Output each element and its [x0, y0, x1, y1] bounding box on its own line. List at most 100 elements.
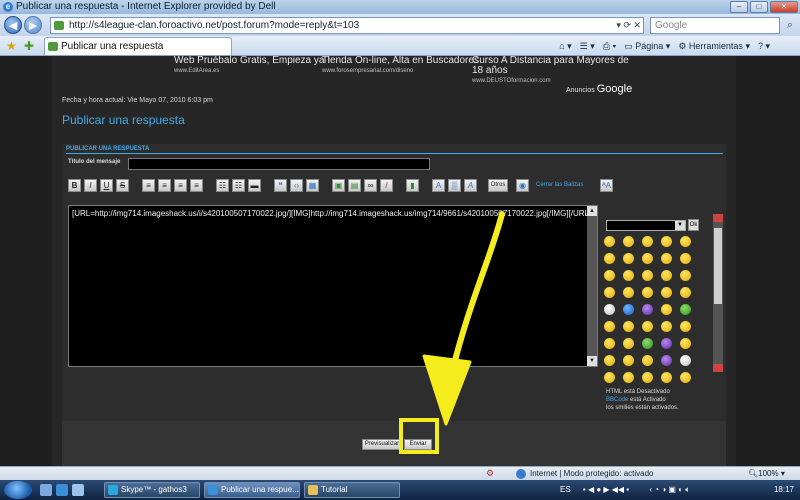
smiley-icon[interactable]: [623, 355, 634, 366]
ie-quicklaunch-icon[interactable]: [56, 484, 68, 496]
page-menu[interactable]: ▭ Página ▾: [624, 39, 670, 53]
smiley-icon[interactable]: [604, 270, 615, 281]
start-button[interactable]: [4, 481, 32, 499]
list-bullet-icon[interactable]: ☷: [216, 179, 229, 192]
otros-button[interactable]: Otros: [488, 179, 508, 192]
smiley-icon[interactable]: [680, 287, 691, 298]
address-controls[interactable]: ▾ ⟳ ✕: [616, 18, 641, 33]
quote-icon[interactable]: ❝: [274, 179, 287, 192]
smiley-icon[interactable]: [604, 236, 615, 247]
smiley-icon[interactable]: [680, 270, 691, 281]
back-button[interactable]: ◀: [4, 16, 22, 34]
smiley-icon[interactable]: [623, 236, 634, 247]
switch-windows-icon[interactable]: [72, 484, 84, 496]
scroll-down-icon[interactable]: [713, 364, 723, 372]
ad-2[interactable]: Tienda On-line, Alta en Buscadores www.f…: [322, 56, 479, 76]
favorites-star-icon[interactable]: ★: [6, 39, 17, 53]
smiley-icon[interactable]: [623, 372, 634, 383]
smiley-icon[interactable]: [642, 355, 653, 366]
smiley-icon[interactable]: [661, 270, 672, 281]
font-face-icon[interactable]: A: [464, 179, 477, 192]
ok-button[interactable]: Ok: [688, 219, 699, 231]
spoiler-icon[interactable]: ▮: [406, 179, 419, 192]
smiley-icon[interactable]: [623, 270, 634, 281]
smiley-icon[interactable]: [642, 304, 653, 315]
smiley-icon[interactable]: [642, 321, 653, 332]
bbcode-link[interactable]: BBCode: [606, 397, 628, 403]
scroll-up-icon[interactable]: ▲: [587, 206, 597, 216]
smiley-icon[interactable]: [661, 372, 672, 383]
scroll-thumb[interactable]: [714, 228, 722, 304]
smiley-icon[interactable]: [604, 253, 615, 264]
smiley-icon[interactable]: [604, 304, 615, 315]
smiley-icon[interactable]: [661, 287, 672, 298]
task-skype[interactable]: Skype™ - gathos3: [104, 482, 200, 498]
tools-menu[interactable]: ⚙ Herramientas ▾: [678, 39, 750, 53]
help-icon[interactable]: ? ▾: [758, 39, 770, 53]
font-size-icon[interactable]: A: [432, 179, 445, 192]
image-icon[interactable]: ▣: [332, 179, 345, 192]
smiley-category-select[interactable]: ▼: [606, 220, 686, 231]
preview-button[interactable]: Previsualizar: [362, 439, 402, 450]
smiley-icon[interactable]: [604, 338, 615, 349]
feeds-icon[interactable]: ☰ ▾: [580, 39, 595, 53]
home-icon[interactable]: ⌂ ▾: [559, 39, 571, 53]
language-indicator[interactable]: ES: [560, 485, 571, 494]
editor-scrollbar[interactable]: ▲ ▼: [587, 206, 597, 366]
forward-button[interactable]: ▶: [24, 16, 42, 34]
smiley-icon[interactable]: [680, 355, 691, 366]
table-icon[interactable]: ▦: [306, 179, 319, 192]
scroll-down-icon[interactable]: ▼: [587, 356, 597, 366]
smiley-icon[interactable]: [604, 372, 615, 383]
tray-icons[interactable]: ‹ ◔ ◑ ▣ ◐ 🔈︎: [649, 485, 690, 494]
task-ie[interactable]: Publicar una respue...: [204, 482, 300, 498]
address-bar[interactable]: http://s4league-clan.foroactivo.net/post…: [50, 17, 644, 34]
smiley-icon[interactable]: [661, 253, 672, 264]
align-center-icon[interactable]: ≡: [158, 179, 171, 192]
smiley-icon[interactable]: [642, 270, 653, 281]
smiley-icon[interactable]: [623, 304, 634, 315]
underline-button[interactable]: U: [100, 179, 113, 192]
smiley-icon[interactable]: [642, 253, 653, 264]
text-resize-icon[interactable]: ᴬA: [600, 179, 613, 192]
align-right-icon[interactable]: ≡: [174, 179, 187, 192]
ad-1[interactable]: Web Pruébalo Gratis, Empieza ya ! www.Ed…: [174, 56, 330, 76]
maximize-button[interactable]: □: [750, 1, 768, 13]
smiley-icon[interactable]: [680, 253, 691, 264]
security-zone[interactable]: Internet | Modo protegido: activado: [530, 467, 654, 480]
smiley-icon[interactable]: [623, 253, 634, 264]
task-tutorial[interactable]: Tutorial: [304, 482, 400, 498]
scroll-up-icon[interactable]: [713, 214, 723, 222]
close-tags-link[interactable]: Cerrar las Balizas: [536, 182, 583, 188]
smiley-icon[interactable]: [642, 287, 653, 298]
search-input[interactable]: Google: [650, 17, 780, 34]
smiley-icon[interactable]: [642, 372, 653, 383]
smiley-icon[interactable]: [680, 372, 691, 383]
strike-button[interactable]: S: [116, 179, 129, 192]
horizontal-rule-icon[interactable]: ▬: [248, 179, 261, 192]
browser-tab[interactable]: Publicar una respuesta: [44, 37, 232, 55]
zoom-level[interactable]: 🔍︎100% ▾: [748, 467, 785, 480]
show-desktop-icon[interactable]: [40, 484, 52, 496]
code-icon[interactable]: ‹›: [290, 179, 303, 192]
bold-button[interactable]: B: [68, 179, 81, 192]
clock[interactable]: 18:17: [774, 484, 794, 496]
add-favorite-icon[interactable]: ✚: [24, 39, 34, 53]
message-textarea[interactable]: [URL=http://img714.imageshack.us/i/s4201…: [68, 205, 598, 367]
smiley-icon[interactable]: [642, 236, 653, 247]
help-circle-icon[interactable]: ◉: [516, 179, 529, 192]
search-icon[interactable]: ⌕: [782, 17, 798, 34]
security-icon[interactable]: ⚙: [486, 467, 494, 480]
smiley-icon[interactable]: [623, 321, 634, 332]
align-left-icon[interactable]: ≡: [142, 179, 155, 192]
google-ads-label[interactable]: Anuncios Google: [566, 83, 632, 95]
align-justify-icon[interactable]: ≡: [190, 179, 203, 192]
smiley-scrollbar[interactable]: [713, 214, 723, 372]
smiley-icon[interactable]: [623, 287, 634, 298]
font-color-icon[interactable]: ▒: [448, 179, 461, 192]
smiley-icon[interactable]: [680, 304, 691, 315]
video-icon[interactable]: ▤: [348, 179, 361, 192]
media-controls-icon[interactable]: ▪ ◀ ● ▶ ◀◀ ▪: [583, 485, 629, 494]
list-number-icon[interactable]: ☷: [232, 179, 245, 192]
smiley-icon[interactable]: [623, 338, 634, 349]
